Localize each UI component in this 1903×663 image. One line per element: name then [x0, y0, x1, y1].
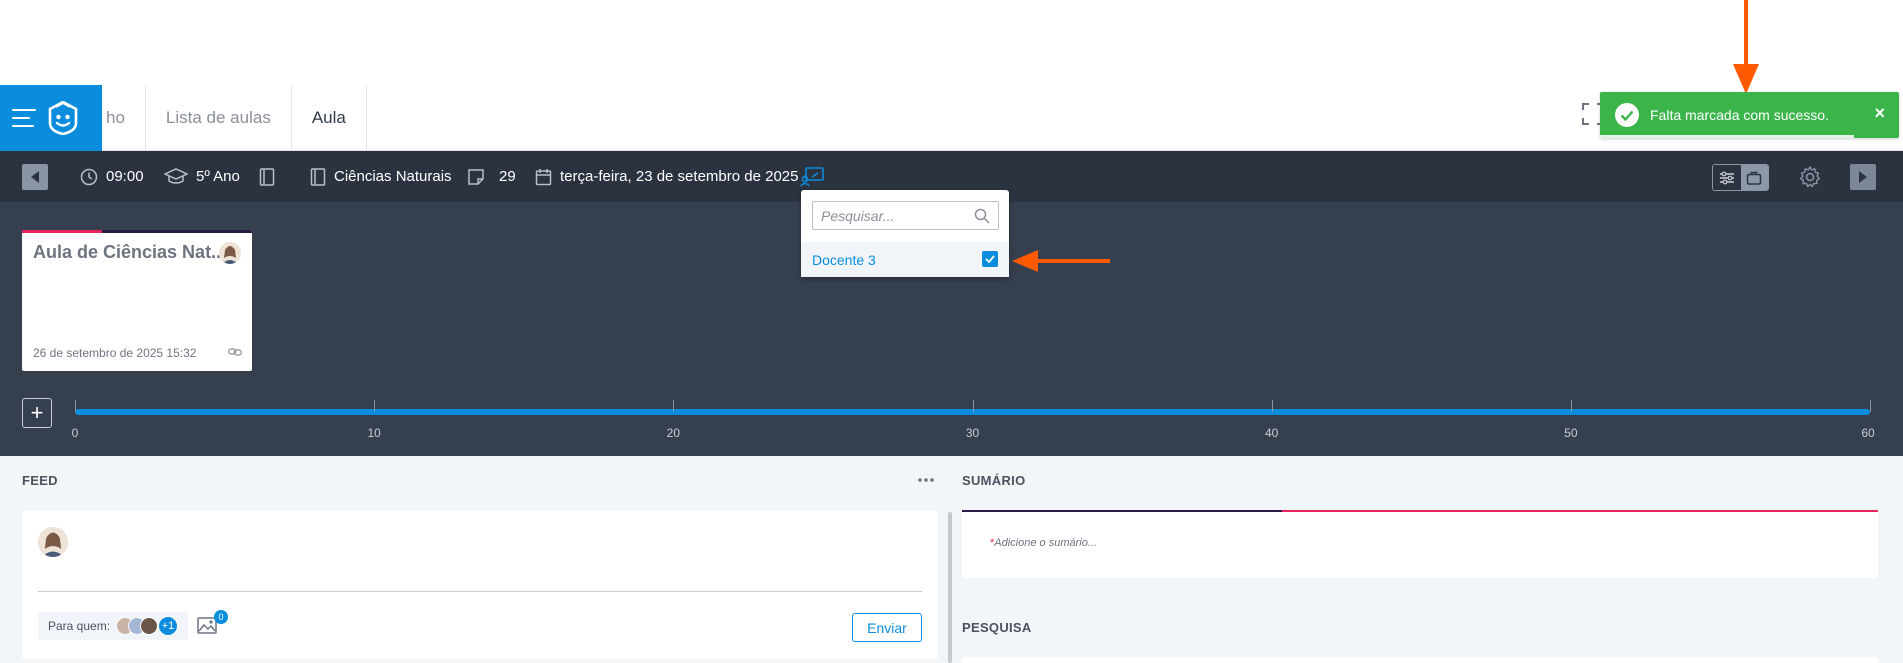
- annotation-arrow-left: [1012, 250, 1110, 272]
- breadcrumb-tabs: ho Lista de aulas Aula: [102, 85, 367, 151]
- avatar-icon: [38, 527, 68, 557]
- recipients-label: Para quem:: [48, 619, 111, 633]
- lesson-number: 29: [467, 151, 516, 202]
- survey-card: [962, 657, 1878, 663]
- annotation-arrow-down: [1733, 0, 1759, 94]
- timeline-tick-label: 20: [666, 426, 681, 440]
- timeline-tick-label: 10: [367, 426, 381, 440]
- close-icon[interactable]: ×: [1874, 103, 1885, 124]
- tab-lesson[interactable]: Aula: [292, 85, 367, 151]
- lesson-grade: 5º Ano: [164, 151, 240, 202]
- timeline-tick: [972, 400, 974, 412]
- lesson-card[interactable]: Aula de Ciências Nat... 26 de setembro d…: [22, 230, 252, 371]
- book-icon: [259, 167, 275, 186]
- link-icon[interactable]: [228, 347, 242, 357]
- success-toast: Falta marcada com sucesso. ×: [1600, 92, 1899, 138]
- lesson-date: terça-feira, 23 de setembro de 2025: [535, 151, 798, 202]
- add-lesson-button[interactable]: +: [22, 398, 52, 428]
- chevron-right-icon: [1859, 171, 1867, 183]
- lesson-subject: Ciências Naturais: [310, 151, 452, 202]
- avatar-icon: [219, 242, 241, 264]
- image-count-badge: 0: [214, 610, 228, 624]
- timeline-tick: [1271, 400, 1273, 412]
- calendar-icon: [535, 168, 552, 185]
- recipient-avatars[interactable]: [116, 617, 158, 635]
- feed-scrollbar[interactable]: [948, 512, 952, 663]
- next-lesson-button[interactable]: [1850, 164, 1876, 190]
- lesson-card-title: Aula de Ciências Nat...: [33, 242, 227, 262]
- notebook-icon: [310, 167, 326, 186]
- timeline-tick: [75, 400, 76, 412]
- summary-progress-track: [962, 510, 1282, 512]
- hamburger-icon: [12, 109, 36, 127]
- timeline-tick-label: 30: [965, 426, 980, 440]
- composer-divider: [38, 591, 922, 592]
- teacher-option[interactable]: Docente 3: [801, 242, 1009, 277]
- timeline-tick-label: 50: [1564, 426, 1578, 440]
- feed-title: FEED: [22, 473, 58, 488]
- lesson-card-date: 26 de setembro de 2025 15:32: [33, 346, 197, 360]
- lesson-time: 09:00: [80, 151, 144, 202]
- view-cards-toggle[interactable]: [1740, 165, 1768, 190]
- toast-progress: [1600, 135, 1854, 138]
- note-icon: [468, 168, 484, 185]
- timeline-tick-label: 60: [1861, 426, 1875, 440]
- summary-editor[interactable]: *Adicione o sumário...: [962, 510, 1878, 578]
- summary-progress-accent: [1282, 510, 1878, 512]
- tab-lesson-list[interactable]: Lista de aulas: [146, 85, 292, 151]
- lesson-number-value: 29: [499, 168, 516, 185]
- timeline-tick-label: 40: [1264, 426, 1279, 440]
- main-menu-button[interactable]: [0, 85, 102, 151]
- teacher-search-box: [812, 201, 999, 230]
- view-settings-toggle[interactable]: [1713, 165, 1741, 190]
- teacher-dropdown: Docente 3: [801, 190, 1009, 277]
- summary-placeholder: *Adicione o sumário...: [990, 537, 1097, 549]
- check-circle-icon: [1615, 103, 1639, 127]
- sliders-icon: [1719, 171, 1734, 184]
- lesson-date-value: terça-feira, 23 de setembro de 2025: [560, 168, 799, 185]
- feed-composer: Para quem: +1 0 Enviar: [22, 511, 938, 659]
- app-logo-icon: [48, 101, 78, 135]
- toast-message: Falta marcada com sucesso.: [1650, 107, 1829, 123]
- timeline-tick: [1870, 400, 1871, 412]
- lesson-card-progress-fill: [22, 230, 102, 233]
- briefcase-icon: [1747, 171, 1762, 185]
- teacher-avatar: [219, 242, 241, 264]
- timeline-tick: [374, 400, 376, 412]
- survey-title: PESQUISA: [962, 620, 1032, 635]
- view-toggle: [1712, 164, 1769, 191]
- more-options-icon[interactable]: [918, 478, 934, 482]
- teacher-search-input[interactable]: [821, 207, 971, 224]
- lesson-grade-value: 5º Ano: [196, 168, 240, 185]
- timeline-tick-label: 0: [71, 426, 79, 440]
- recipient-extra-count: +1: [158, 616, 178, 636]
- gear-icon[interactable]: [1798, 165, 1822, 189]
- clock-icon: [80, 168, 98, 185]
- summary-title: SUMÁRIO: [962, 473, 1026, 488]
- book-icon-item[interactable]: [259, 151, 275, 202]
- teacher-board-icon: [800, 166, 824, 187]
- summary-placeholder-text: Adicione o sumário...: [994, 537, 1097, 549]
- check-icon: [985, 255, 995, 263]
- search-icon: [974, 208, 990, 224]
- chevron-left-icon: [31, 171, 39, 183]
- previous-lesson-button[interactable]: [22, 164, 48, 190]
- timeline-tick: [1570, 400, 1572, 412]
- timeline-tick: [673, 400, 675, 412]
- send-button[interactable]: Enviar: [852, 613, 922, 642]
- lesson-time-value: 09:00: [106, 168, 144, 185]
- teacher-option-checkbox[interactable]: [982, 251, 998, 267]
- user-avatar: [38, 527, 68, 557]
- graduation-cap-icon: [164, 167, 188, 184]
- recipient-avatar: [140, 617, 158, 635]
- tab-start[interactable]: ho: [102, 85, 146, 151]
- lesson-subject-value: Ciências Naturais: [334, 168, 452, 185]
